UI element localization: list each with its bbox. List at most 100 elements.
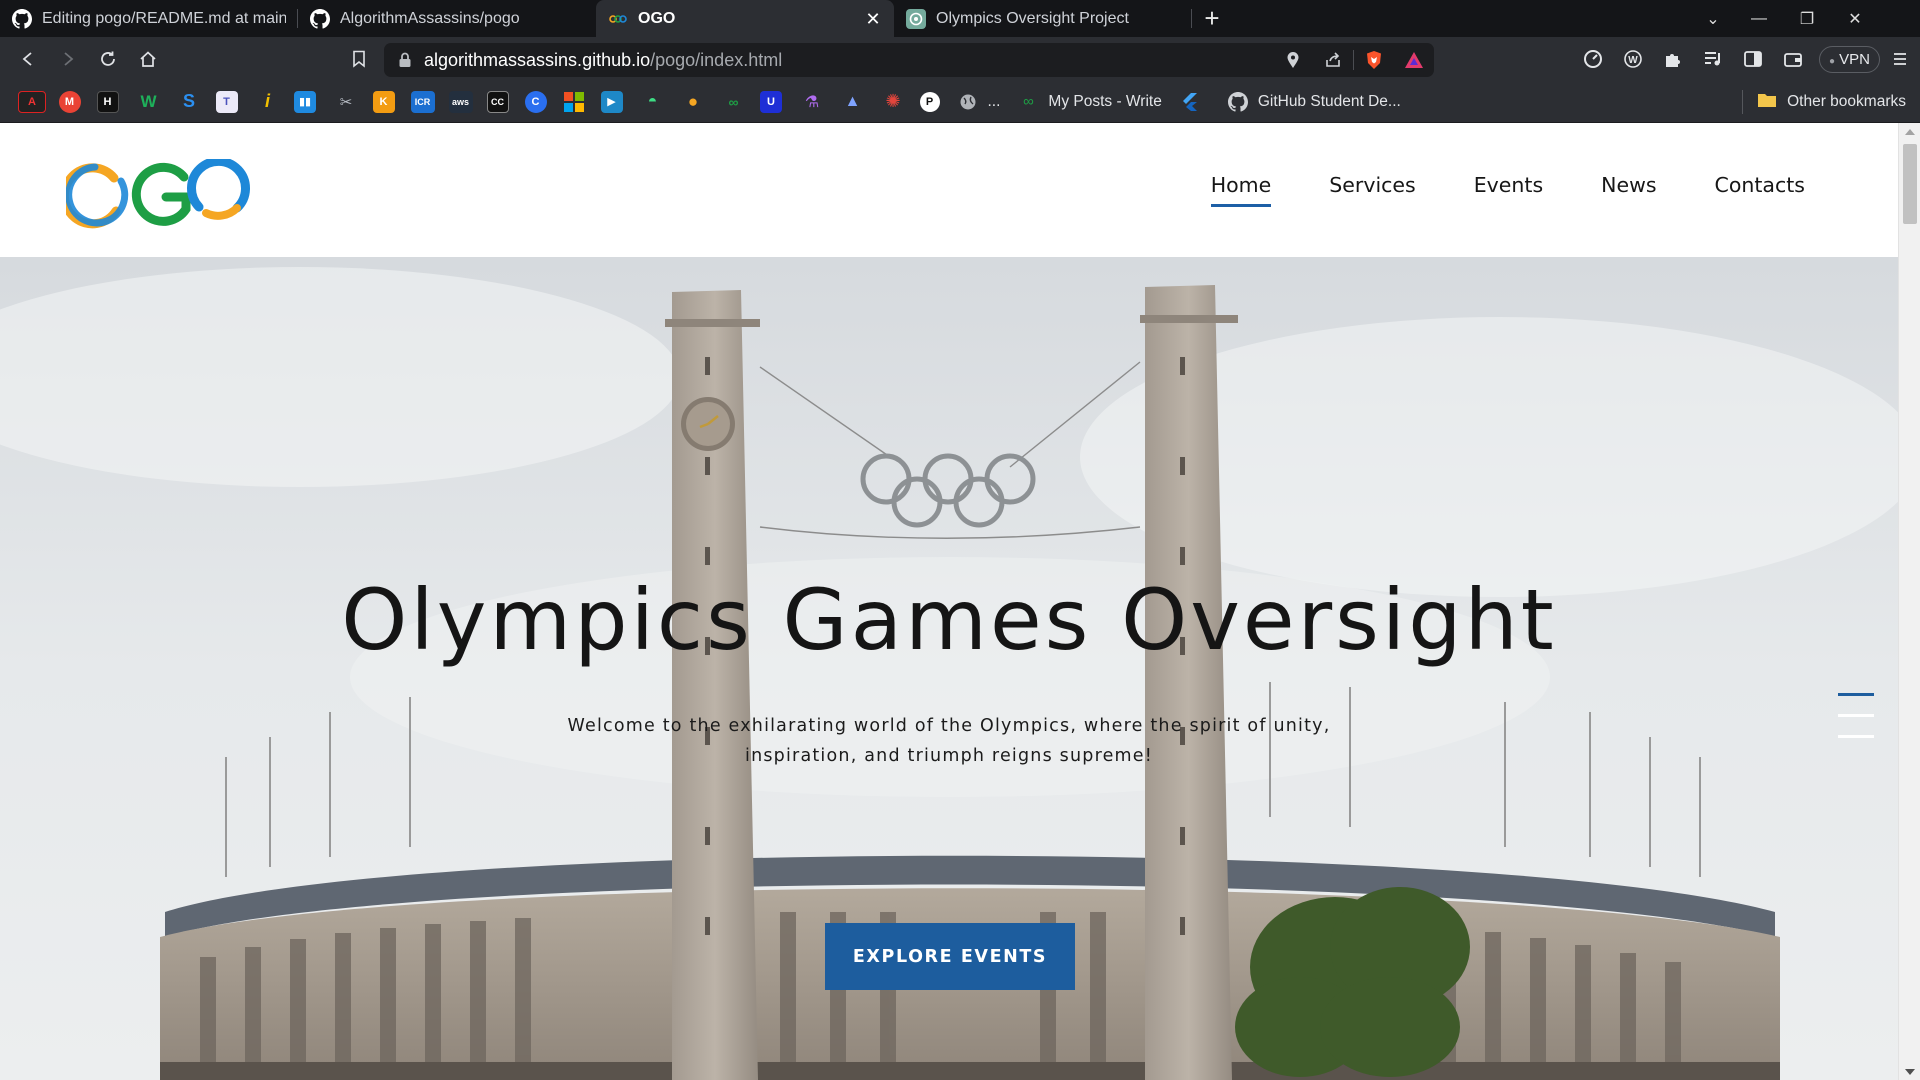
wallet-icon[interactable] [1773,37,1813,81]
divider [1742,90,1744,114]
bookmark-label: My Posts - Write [1048,92,1162,110]
bookmark-ogo-icon[interactable]: ∞ [720,91,748,113]
url-text[interactable]: algorithmassassins.github.io/pogo/index.… [424,50,782,71]
tab-readme[interactable]: Editing pogo/README.md at main · Al [0,0,298,37]
back-icon[interactable] [8,39,48,79]
bookmark-cat-icon[interactable]: ✂ [332,91,360,113]
wordtune-icon[interactable]: W [1613,37,1653,81]
other-bookmarks[interactable]: Other bookmarks [1742,81,1906,123]
tab-ogo[interactable]: OGO ✕ [596,0,894,37]
bookmark-folder-more[interactable]: ... [958,92,1000,112]
extensions-puzzle-icon[interactable] [1653,37,1693,81]
bookmark-wordpress-icon[interactable]: W [135,91,163,113]
site-header: Home Services Events News Contacts [0,123,1898,257]
bookmark-hackerrank-icon[interactable]: H [96,90,119,113]
home-icon[interactable] [128,39,168,79]
main-menu-icon[interactable] [1886,37,1914,81]
globe-icon [958,92,978,112]
menu-bar [1838,714,1874,717]
folder-icon [1757,92,1777,113]
ogo-logo[interactable] [59,156,252,229]
nav-news[interactable]: News [1601,173,1656,205]
github-icon [1227,91,1248,112]
bookmark-target-icon[interactable]: ✺ [879,91,907,113]
bookmark-github-student[interactable]: GitHub Student De... [1227,91,1401,112]
nav-contacts[interactable]: Contacts [1715,173,1805,205]
bookmark-kaggle-icon[interactable]: K [372,90,395,113]
close-window-icon[interactable]: ✕ [1831,0,1879,37]
bookmark-video-icon[interactable]: ▶ [600,90,623,113]
bookmarks-bar: A M H W S T i ▮▮ ✂ K ICR aws CC C ▶ ◓ ● … [0,81,1920,123]
restore-icon[interactable]: ❐ [1783,0,1831,37]
hero-subtitle-line: inspiration, and triumph reigns supreme! [745,746,1153,766]
scroll-up-icon[interactable] [1905,129,1915,135]
chatgpt-icon [906,8,926,29]
forward-icon[interactable] [48,39,88,79]
bookmark-trello-icon[interactable]: ▮▮ [294,90,316,113]
tab-oversight[interactable]: Olympics Oversight Project [894,0,1192,37]
window-controls: ⌄ — ❐ ✕ [1691,0,1879,37]
tab-search-icon[interactable]: ⌄ [1691,0,1735,37]
browser-extensions: W ● VPN [1573,37,1914,81]
bookmark-icr-icon[interactable]: ICR [410,90,435,113]
bookmark-graduate-icon[interactable]: ▲ [839,91,867,113]
tab-title: Olympics Oversight Project [936,9,1129,27]
menu-bar [1838,693,1874,696]
page-scrollbar[interactable] [1898,123,1920,1080]
sidebar-icon[interactable] [1733,37,1773,81]
brave-rewards-icon[interactable] [1394,43,1434,77]
bookmark-icon: ∞ [1023,93,1034,110]
media-playlist-icon[interactable] [1693,37,1733,81]
speedometer-icon[interactable] [1573,37,1613,81]
url-host: algorithmassassins.github.io [424,49,651,70]
lock-icon[interactable] [398,52,412,68]
address-bar[interactable]: algorithmassassins.github.io/pogo/index.… [384,43,1434,77]
reload-icon[interactable] [88,39,128,79]
main-nav: Home Services Events News Contacts [1153,173,1805,207]
webpage: Home Services Events News Contacts Olymp… [0,123,1920,1080]
vpn-label: VPN [1839,50,1870,68]
bookmark-shield-icon[interactable]: U [760,90,782,113]
bookmark-label: GitHub Student De... [1257,92,1401,110]
bookmark-adobe-icon[interactable]: A [18,90,46,113]
location-pin-icon[interactable] [1273,43,1313,77]
bookmark-drop-icon[interactable]: ● [679,91,707,113]
close-tab-icon[interactable]: ✕ [864,10,882,28]
bookmark-teams-icon[interactable]: T [215,90,238,113]
explore-events-button[interactable]: EXPLORE EVENTS [825,923,1075,990]
tab-title: Editing pogo/README.md at main · Al [42,9,286,27]
hamburger-menu-icon[interactable] [1838,693,1874,749]
nav-services[interactable]: Services [1329,173,1415,205]
vpn-button[interactable]: ● VPN [1818,45,1880,73]
bookmark-microsoft-icon[interactable] [563,91,585,113]
bookmark-stackoverflow-icon[interactable]: S [175,91,203,113]
address-bar-actions [1273,43,1434,77]
share-icon[interactable] [1313,43,1353,77]
bookmark-flutter[interactable] [1180,92,1210,112]
bookmark-android-icon[interactable]: ◓ [639,91,667,113]
vpn-dot-icon: ● [1828,55,1835,67]
bookmark-cc-icon[interactable]: CC [486,90,509,113]
bookmark-circle-icon[interactable]: P [919,91,940,112]
scrollbar-thumb[interactable] [1903,144,1917,224]
bookmark-potion-icon[interactable]: ⚗ [798,91,826,113]
nav-home[interactable]: Home [1210,173,1271,207]
brave-shields-icon[interactable] [1354,43,1394,77]
bookmark-info-icon[interactable]: i [254,91,282,113]
hero-subtitle-line: Welcome to the exhilarating world of the… [567,716,1331,736]
bookmark-my-posts[interactable]: ∞ My Posts - Write [1018,92,1162,112]
new-tab-button[interactable]: + [1192,0,1232,37]
hero-section: Olympics Games Oversight Welcome to the … [0,257,1898,1080]
minimize-icon[interactable]: — [1735,0,1783,37]
tab-repo[interactable]: AlgorithmAssassins/pogo [298,0,596,37]
nav-events[interactable]: Events [1474,173,1543,205]
bookmark-page-icon[interactable] [339,39,379,79]
svg-text:W: W [1628,55,1638,66]
bookmark-coursera-icon[interactable]: C [524,90,547,113]
scroll-down-icon[interactable] [1905,1069,1915,1075]
bookmark-aws-icon[interactable]: aws [448,90,473,113]
bookmark-gmail-icon[interactable]: M [58,90,81,113]
hero-title: Olympics Games Oversight [341,571,1557,669]
menu-bar [1838,735,1874,738]
tab-title: OGO [638,9,676,27]
